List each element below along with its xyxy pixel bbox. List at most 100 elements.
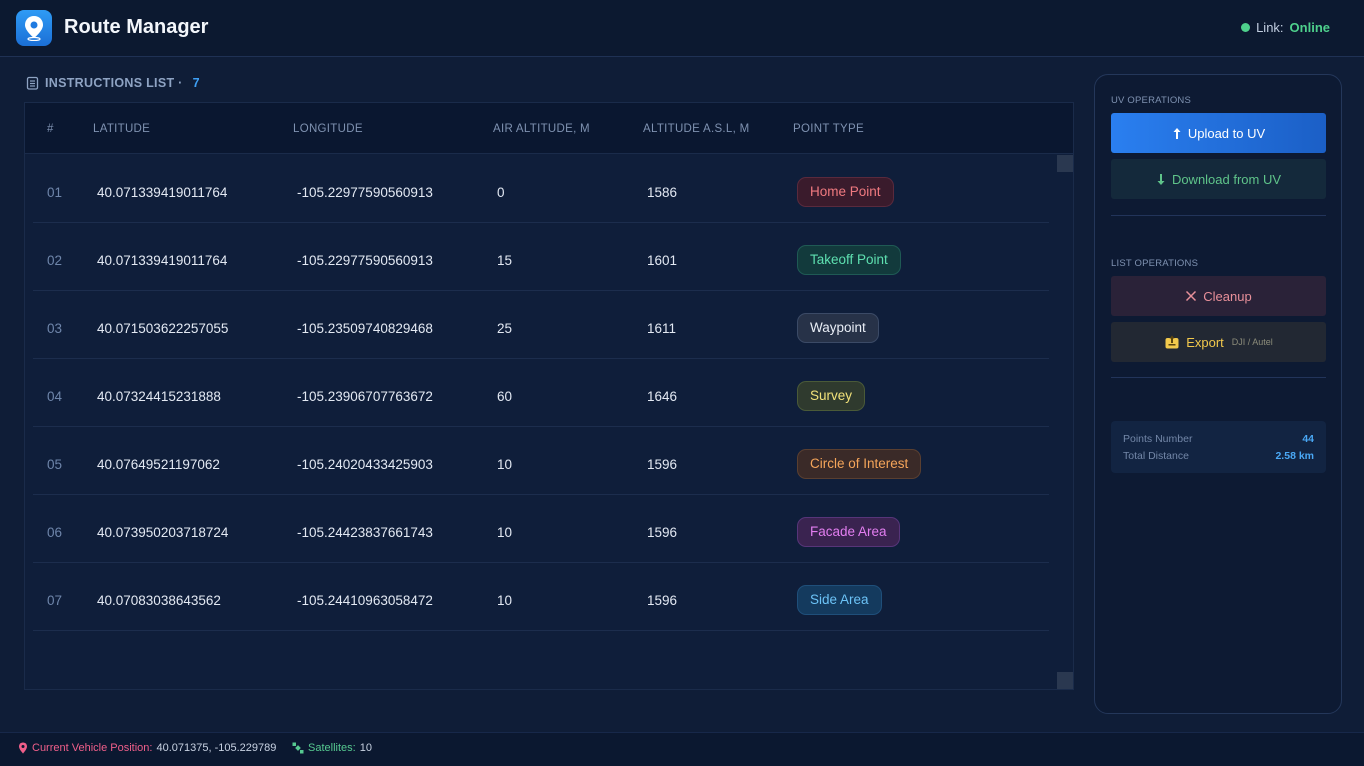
row-index: 03	[47, 321, 63, 336]
row-altitude-asl: 1596	[647, 457, 678, 472]
row-index: 02	[47, 253, 63, 268]
location-pin-icon	[19, 742, 27, 754]
operations-panel: UV OPERATIONS Upload to UV Download from…	[1094, 74, 1342, 714]
row-air-altitude: 60	[497, 389, 513, 404]
arrow-down-icon	[1157, 173, 1165, 185]
total-distance-label: Total Distance	[1123, 450, 1189, 462]
table-row[interactable]: 04 40.07324415231888 -105.23906707763672…	[33, 359, 1049, 427]
row-index: 04	[47, 389, 63, 404]
link-value: Online	[1289, 20, 1330, 35]
satellites-value: 10	[359, 742, 372, 754]
row-index: 07	[47, 593, 63, 608]
column-header-longitude: LONGITUDE	[293, 123, 363, 135]
table-scrollbar[interactable]	[1056, 155, 1073, 689]
row-altitude-asl: 1601	[647, 253, 678, 268]
row-air-altitude: 15	[497, 253, 513, 268]
row-longitude: -105.23906707763672	[297, 389, 433, 404]
row-longitude: -105.24020433425903	[297, 457, 433, 472]
export-formats: DJI / Autel	[1231, 337, 1273, 347]
scroll-down-button[interactable]	[1057, 672, 1073, 689]
download-label: Download from UV	[1171, 171, 1282, 187]
row-index: 06	[47, 525, 63, 540]
status-dot-icon	[1241, 23, 1251, 32]
export-button[interactable]: Export DJI / Autel	[1111, 322, 1326, 362]
point-type-badge[interactable]: Side Area	[797, 585, 882, 615]
row-latitude: 40.071339419011764	[97, 185, 228, 200]
row-latitude: 40.071503622257055	[97, 321, 229, 336]
table-row[interactable]: 05 40.07649521197062 -105.24020433425903…	[33, 427, 1049, 495]
row-altitude-asl: 1611	[647, 321, 677, 336]
satellites-status: Satellites: 10	[292, 742, 372, 754]
table-row[interactable]: 03 40.071503622257055 -105.2350974082946…	[33, 291, 1049, 359]
column-header-altitude-asl: ALTITUDE A.S.L, M	[643, 123, 750, 135]
status-bar: Current Vehicle Position: 40.071375, -10…	[0, 732, 1364, 766]
upload-label: Upload to UV	[1187, 125, 1266, 141]
point-type-badge[interactable]: Waypoint	[797, 313, 879, 343]
point-type-badge[interactable]: Circle of Interest	[797, 449, 922, 479]
cleanup-button[interactable]: Cleanup	[1111, 276, 1326, 316]
divider	[1111, 215, 1326, 216]
row-longitude: -105.22977590560913	[297, 185, 433, 200]
row-index: 05	[47, 457, 63, 472]
points-number-stat: Points Number 44	[1123, 433, 1314, 445]
column-header-point-type: POINT TYPE	[793, 123, 864, 135]
row-altitude-asl: 1596	[647, 593, 678, 608]
position-label: Current Vehicle Position:	[32, 742, 153, 754]
total-distance-stat: Total Distance 2.58 km	[1123, 450, 1314, 462]
total-distance-value: 2.58 km	[1275, 450, 1314, 462]
row-longitude: -105.24410963058472	[297, 593, 433, 608]
link-label: Link:	[1256, 20, 1284, 35]
row-latitude: 40.071339419011764	[97, 253, 228, 268]
row-air-altitude: 0	[497, 185, 505, 200]
app-title: Route Manager	[64, 16, 209, 38]
row-altitude-asl: 1646	[647, 389, 678, 404]
table-row[interactable]: 07 40.07083038643562 -105.24410963058472…	[33, 563, 1049, 631]
uv-operations-label: UV OPERATIONS	[1111, 95, 1192, 106]
row-longitude: -105.22977590560913	[297, 253, 433, 268]
table-row[interactable]: 02 40.071339419011764 -105.2297759056091…	[33, 223, 1049, 291]
satellite-icon	[292, 742, 304, 754]
row-air-altitude: 10	[497, 525, 513, 540]
list-heading-text: INSTRUCTIONS LIST ·	[45, 76, 183, 90]
download-from-uv-button[interactable]: Download from UV	[1111, 159, 1326, 199]
link-status: Link: Online	[1241, 20, 1330, 35]
instructions-table: # LATITUDE LONGITUDE AIR ALTITUDE, M ALT…	[24, 102, 1074, 690]
row-air-altitude: 25	[497, 321, 513, 336]
point-type-badge[interactable]: Survey	[797, 381, 866, 411]
row-latitude: 40.073950203718724	[97, 525, 229, 540]
point-type-badge[interactable]: Home Point	[797, 177, 894, 207]
route-stats: Points Number 44 Total Distance 2.58 km	[1111, 421, 1326, 473]
row-altitude-asl: 1596	[647, 525, 678, 540]
list-count: 7	[192, 76, 200, 90]
cleanup-label: Cleanup	[1203, 288, 1252, 304]
export-label: Export	[1186, 334, 1224, 350]
row-latitude: 40.07649521197062	[97, 457, 220, 472]
map-pin-logo-icon	[16, 10, 52, 46]
position-value: 40.071375, -105.229789	[156, 742, 277, 754]
column-header-index: #	[47, 123, 54, 135]
points-number-label: Points Number	[1123, 433, 1193, 445]
scroll-up-button[interactable]	[1057, 155, 1073, 172]
table-row[interactable]: 01 40.071339419011764 -105.2297759056091…	[33, 155, 1049, 223]
column-header-air-altitude: AIR ALTITUDE, M	[493, 123, 590, 135]
points-number-value: 44	[1302, 433, 1314, 445]
instructions-list-heading: INSTRUCTIONS LIST · 7	[26, 76, 200, 90]
satellites-label: Satellites:	[308, 742, 356, 754]
vehicle-position: Current Vehicle Position: 40.071375, -10…	[18, 742, 276, 754]
row-longitude: -105.23509740829468	[297, 321, 433, 336]
table-row[interactable]: 06 40.073950203718724 -105.2442383766174…	[33, 495, 1049, 563]
upload-to-uv-button[interactable]: Upload to UV	[1111, 113, 1326, 153]
export-icon	[1165, 335, 1179, 349]
point-type-badge[interactable]: Facade Area	[797, 517, 900, 547]
row-latitude: 40.07083038643562	[97, 593, 221, 608]
row-altitude-asl: 1586	[647, 185, 678, 200]
row-air-altitude: 10	[497, 593, 513, 608]
row-index: 01	[47, 185, 63, 200]
row-longitude: -105.24423837661743	[297, 525, 433, 540]
close-icon	[1186, 290, 1197, 302]
divider	[1111, 377, 1326, 378]
point-type-badge[interactable]: Takeoff Point	[797, 245, 901, 275]
arrow-up-icon	[1173, 127, 1181, 139]
app-header: Route Manager Link: Online	[0, 0, 1364, 57]
column-header-latitude: LATITUDE	[93, 123, 151, 135]
